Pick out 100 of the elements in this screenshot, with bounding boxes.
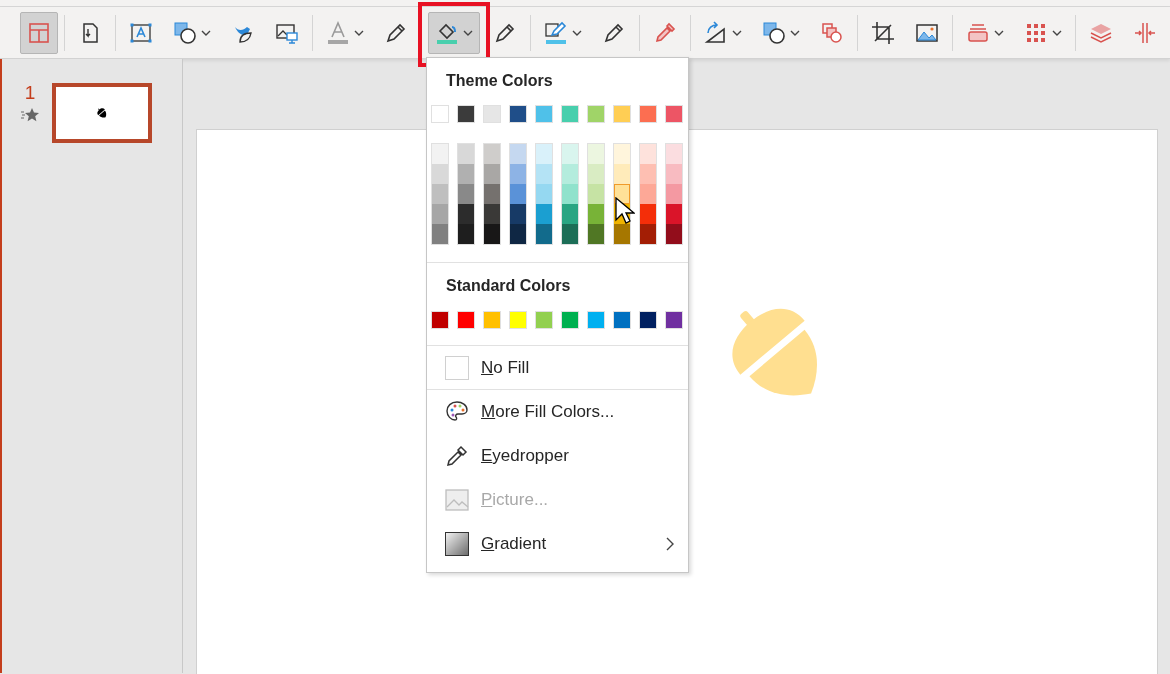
color-swatch[interactable]	[458, 224, 474, 244]
color-swatch[interactable]	[536, 184, 552, 204]
color-swatch[interactable]	[562, 144, 578, 164]
color-swatch[interactable]	[562, 224, 578, 244]
color-swatch[interactable]	[588, 164, 604, 184]
menu-item[interactable]: No Fill	[427, 346, 688, 390]
color-swatch[interactable]	[561, 311, 579, 329]
color-swatch[interactable]	[588, 224, 604, 244]
color-swatch[interactable]	[640, 204, 656, 224]
color-swatch[interactable]	[613, 311, 631, 329]
color-swatch[interactable]	[431, 311, 449, 329]
color-swatch[interactable]	[535, 311, 553, 329]
menu-item[interactable]: Gradient	[427, 522, 688, 566]
color-swatch[interactable]	[613, 105, 631, 123]
color-swatch[interactable]	[666, 204, 682, 224]
color-swatch[interactable]	[484, 144, 500, 164]
color-swatch[interactable]	[666, 144, 682, 164]
color-swatch[interactable]	[535, 105, 553, 123]
color-swatch[interactable]	[432, 184, 448, 204]
color-swatch[interactable]	[614, 164, 630, 184]
color-swatch[interactable]	[432, 164, 448, 184]
color-swatch[interactable]	[561, 105, 579, 123]
slide-number: 1	[24, 83, 36, 103]
color-swatch[interactable]	[483, 311, 501, 329]
color-swatch[interactable]	[431, 105, 449, 123]
layout-icon	[27, 20, 51, 45]
color-swatch[interactable]	[640, 184, 656, 204]
outline-pen-icon	[544, 20, 568, 45]
empty-swatch-icon	[445, 355, 469, 380]
chevron-down-icon	[1052, 29, 1062, 36]
toolbar-button[interactable]	[428, 11, 480, 54]
chevron-down-icon	[994, 29, 1004, 36]
color-swatch[interactable]	[458, 204, 474, 224]
color-swatch[interactable]	[666, 164, 682, 184]
color-swatch[interactable]	[562, 204, 578, 224]
color-swatch[interactable]	[639, 311, 657, 329]
section-heading: Standard Colors	[445, 276, 572, 296]
color-swatch[interactable]	[666, 184, 682, 204]
color-swatch[interactable]	[510, 164, 526, 184]
color-swatch[interactable]	[510, 144, 526, 164]
menu-item[interactable]: Eyedropper	[427, 434, 688, 478]
color-swatch[interactable]	[432, 144, 448, 164]
color-swatch[interactable]	[484, 164, 500, 184]
shapes-icon	[762, 20, 786, 45]
distribute-icon	[1133, 20, 1157, 45]
slide-thumbnail[interactable]	[52, 83, 152, 143]
color-swatch[interactable]	[457, 311, 475, 329]
color-swatch[interactable]	[640, 224, 656, 244]
color-swatch[interactable]	[484, 204, 500, 224]
color-swatch[interactable]	[536, 164, 552, 184]
chevron-down-icon	[463, 29, 473, 36]
color-swatch[interactable]	[509, 311, 527, 329]
eyedropper-icon	[653, 20, 677, 45]
color-swatch[interactable]	[666, 224, 682, 244]
color-swatch[interactable]	[458, 144, 474, 164]
color-swatch[interactable]	[510, 224, 526, 244]
rotate-icon	[704, 20, 728, 45]
color-swatch[interactable]	[510, 184, 526, 204]
color-swatch[interactable]	[483, 105, 501, 123]
color-swatch[interactable]	[509, 105, 527, 123]
picture-icon	[445, 489, 469, 511]
color-swatch[interactable]	[665, 105, 683, 123]
color-swatch[interactable]	[484, 224, 500, 244]
chevron-down-icon	[790, 29, 800, 36]
color-swatch[interactable]	[588, 144, 604, 164]
section-heading: Theme Colors	[445, 71, 554, 91]
color-swatch[interactable]	[536, 204, 552, 224]
color-swatch[interactable]	[587, 105, 605, 123]
color-swatch[interactable]	[457, 105, 475, 123]
color-swatch[interactable]	[665, 311, 683, 329]
color-swatch[interactable]	[587, 311, 605, 329]
eyedropper-icon	[445, 444, 469, 468]
mouse-pointer-icon	[615, 197, 635, 225]
color-swatch[interactable]	[614, 184, 630, 204]
font-color-icon	[326, 20, 350, 45]
color-swatch[interactable]	[588, 184, 604, 204]
color-swatch[interactable]	[588, 204, 604, 224]
acorn-thumbnail-icon	[96, 107, 108, 119]
color-swatch[interactable]	[432, 224, 448, 244]
palette-icon	[445, 400, 469, 424]
color-swatch[interactable]	[614, 144, 630, 164]
color-swatch[interactable]	[458, 184, 474, 204]
gradient-swatch-icon	[445, 532, 469, 556]
shapes-icon	[173, 20, 197, 45]
chevron-down-icon	[354, 29, 364, 36]
color-swatch[interactable]	[536, 144, 552, 164]
chevron-down-icon	[201, 29, 211, 36]
color-swatch[interactable]	[458, 164, 474, 184]
color-swatch[interactable]	[510, 204, 526, 224]
color-swatch[interactable]	[614, 224, 630, 244]
color-swatch[interactable]	[432, 204, 448, 224]
color-swatch[interactable]	[640, 144, 656, 164]
color-swatch[interactable]	[562, 164, 578, 184]
color-swatch[interactable]	[536, 224, 552, 244]
crop-icon	[871, 20, 895, 45]
color-swatch[interactable]	[639, 105, 657, 123]
color-swatch[interactable]	[640, 164, 656, 184]
color-swatch[interactable]	[562, 184, 578, 204]
color-swatch[interactable]	[484, 184, 500, 204]
menu-item[interactable]: More Fill Colors...	[427, 390, 688, 434]
